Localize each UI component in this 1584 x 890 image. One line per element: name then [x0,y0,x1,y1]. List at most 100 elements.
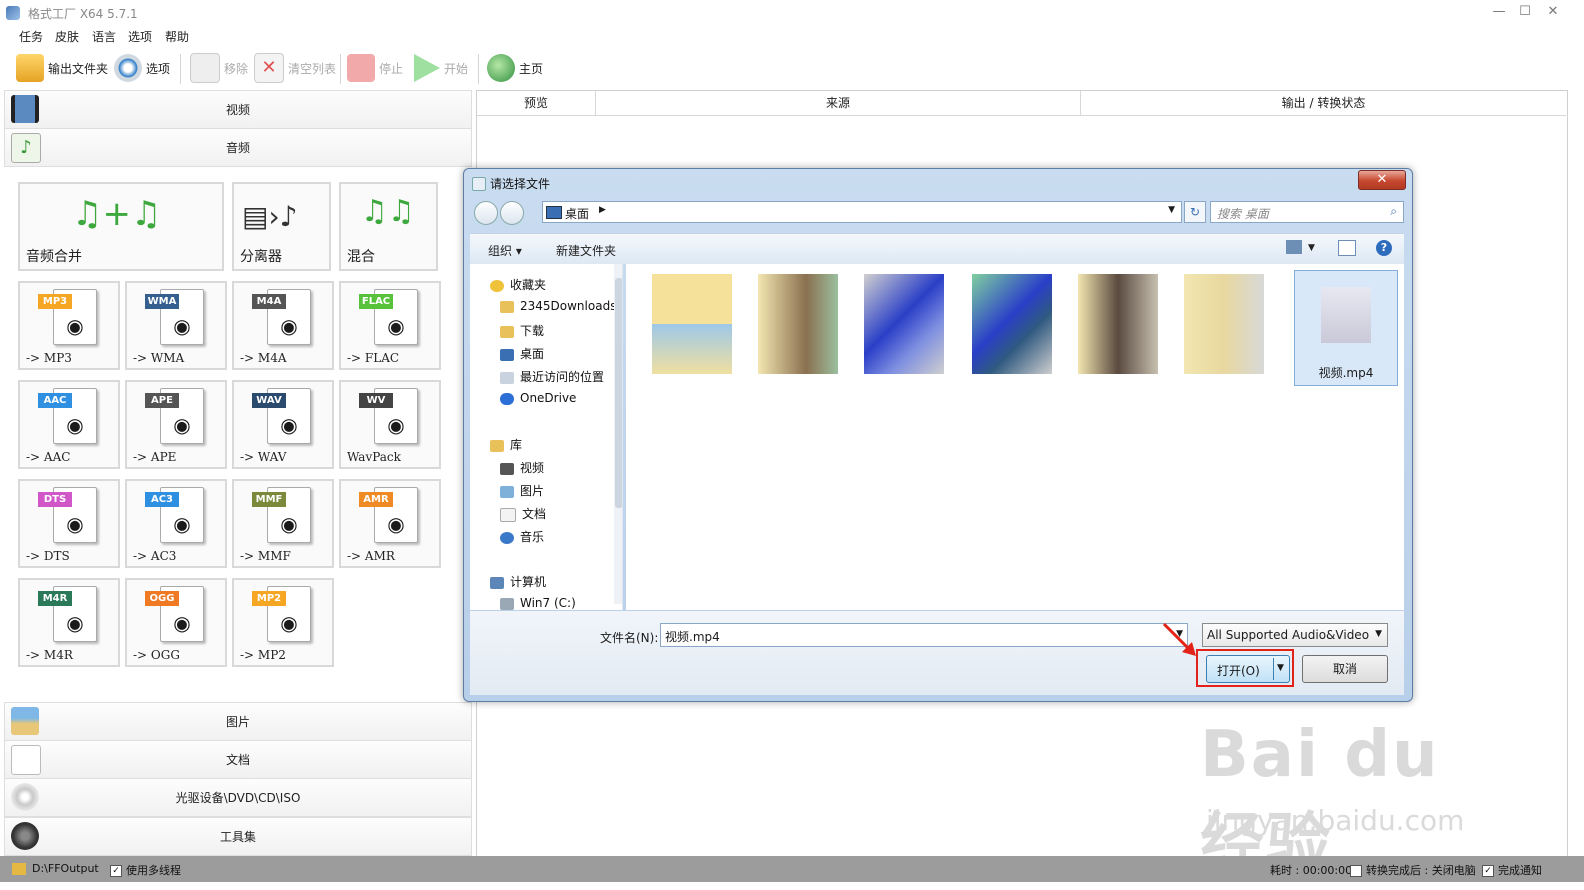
format-tile-amr[interactable]: AMR ◉ -> AMR [339,479,441,568]
cloud-icon [500,392,514,405]
menu-language[interactable]: 语言 [92,28,116,45]
format-tile-aac[interactable]: AAC ◉ -> AAC [18,380,120,469]
filename-input[interactable]: 视频.mp4 ▼ [660,623,1188,647]
format-tile-m4a[interactable]: M4A ◉ -> M4A [232,281,334,370]
remove-button[interactable]: 移除 [190,52,248,84]
format-tile-m4r[interactable]: M4R ◉ -> M4R [18,578,120,667]
nav-desktop[interactable]: 桌面 [500,345,544,362]
stop-icon [347,54,375,82]
clear-list-button[interactable]: ✕ 清空列表 [254,52,336,84]
category-optical[interactable]: 光驱设备\DVD\CD\ISO [4,778,472,817]
output-path[interactable]: D:\FFOutput [32,862,99,875]
category-video[interactable]: 视频 [4,90,472,129]
column-output-status[interactable]: 输出 / 转换状态 [1081,91,1566,116]
menu-help[interactable]: 帮助 [165,28,189,45]
file-item[interactable] [858,270,948,380]
nav-lib-music[interactable]: 音乐 [500,528,544,545]
title-bar: 格式工厂 X64 5.7.1 — ☐ ✕ [0,0,1584,26]
chevron-down-icon[interactable]: ▼ [1308,243,1315,253]
format-tile-wma[interactable]: WMA ◉ -> WMA [125,281,227,370]
format-tile-mp2[interactable]: MP2 ◉ -> MP2 [232,578,334,667]
selected-file-item[interactable]: 视频.mp4 [1294,270,1398,386]
nav-favorites[interactable]: 收藏夹 [490,276,546,293]
organize-button[interactable]: 组织 ▾ [488,242,522,259]
nav-downloads[interactable]: 下载 [500,322,544,339]
format-tile-label: -> MP2 [240,648,286,662]
column-preview[interactable]: 预览 [477,91,596,116]
back-button[interactable] [474,201,498,225]
minimize-button[interactable]: — [1490,4,1508,20]
splitter-tile[interactable]: ▤›♪ 分离器 [232,182,331,271]
file-thumbnail-blurred [1078,274,1158,374]
nav-library[interactable]: 库 [490,436,522,453]
category-document[interactable]: 文档 [4,740,472,779]
maximize-button[interactable]: ☐ [1516,4,1534,20]
nav-item-label: 音乐 [520,530,545,544]
nav-lib-documents[interactable]: 文档 [500,505,546,522]
file-type-select[interactable]: All Supported Audio&Video ▼ [1202,623,1388,647]
forward-button[interactable] [500,201,524,225]
nav-onedrive[interactable]: OneDrive [500,391,576,405]
scrollbar-thumb[interactable] [615,278,622,508]
audio-format-icon: ◉ [387,512,405,536]
nav-computer[interactable]: 计算机 [490,573,546,590]
output-folder-button[interactable]: 输出文件夹 [16,52,108,84]
format-tile-flac[interactable]: FLAC ◉ -> FLAC [339,281,441,370]
format-tile-mmf[interactable]: MMF ◉ -> MMF [232,479,334,568]
file-item[interactable] [966,270,1056,380]
format-tile-wv[interactable]: WV ◉ WavPack [339,380,441,469]
audio-format-icon: ◉ [387,413,405,437]
format-tile-wav[interactable]: WAV ◉ -> WAV [232,380,334,469]
multithread-toggle[interactable]: ✓ 使用多线程 [110,862,181,878]
menu-skin[interactable]: 皮肤 [55,28,79,45]
menu-task[interactable]: 任务 [19,28,43,45]
category-tools[interactable]: 工具集 [4,817,472,856]
preview-pane-icon[interactable] [1338,240,1356,256]
cancel-button[interactable]: 取消 [1302,655,1388,683]
stop-button[interactable]: 停止 [347,52,403,84]
home-button[interactable]: 主页 [487,52,543,84]
audio-format-icon: ◉ [173,413,191,437]
nav-recent[interactable]: 最近访问的位置 [500,368,604,385]
file-item[interactable] [752,270,842,380]
chevron-right-icon[interactable]: ▶ [599,205,606,215]
nav-drive-c[interactable]: Win7 (C:) [500,596,576,610]
view-mode-icon[interactable] [1286,240,1302,254]
mix-tile[interactable]: ♫♫ 混合 [339,182,438,271]
notify-toggle[interactable]: ✓ 完成通知 [1482,862,1542,878]
start-button[interactable]: 开始 [414,52,468,84]
category-image[interactable]: 图片 [4,702,472,741]
address-bar[interactable]: 桌面 ▶ ▼ [542,201,1182,223]
refresh-button[interactable]: ↻ [1184,201,1206,223]
format-tile-label: -> M4R [26,648,73,662]
chevron-down-icon[interactable]: ▼ [1168,205,1175,215]
format-badge: WAV [252,393,286,408]
shutdown-toggle[interactable]: 转换完成后 : 关闭电脑 [1350,862,1476,878]
nav-2345downloads[interactable]: 2345Downloads [500,299,616,313]
search-input[interactable]: 搜索 桌面 ⌕ [1210,201,1404,223]
file-item[interactable] [1178,270,1268,380]
options-button[interactable]: 选项 [114,52,170,84]
format-tile-ape[interactable]: APE ◉ -> APE [125,380,227,469]
dialog-close-button[interactable]: ✕ [1358,170,1406,190]
new-folder-button[interactable]: 新建文件夹 [556,242,616,259]
close-window-button[interactable]: ✕ [1544,4,1562,20]
format-badge: AMR [359,492,393,507]
file-item[interactable] [1072,270,1162,380]
format-tile-mp3[interactable]: MP3 ◉ -> MP3 [18,281,120,370]
toolbar: 输出文件夹 选项 移除 ✕ 清空列表 停止 开始 主页 [0,46,1584,90]
format-tile-ac3[interactable]: AC3 ◉ -> AC3 [125,479,227,568]
category-audio[interactable]: ♪ 音频 [4,128,472,167]
menu-options[interactable]: 选项 [128,28,152,45]
nav-lib-video[interactable]: 视频 [500,459,544,476]
column-source[interactable]: 来源 [596,91,1081,116]
picture-icon [11,707,39,735]
audio-merge-tile[interactable]: ♫+♫ 音频合并 [18,182,224,271]
format-tile-dts[interactable]: DTS ◉ -> DTS [18,479,120,568]
format-tile-ogg[interactable]: OGG ◉ -> OGG [125,578,227,667]
format-badge: M4A [252,294,286,309]
file-item[interactable] [646,270,736,380]
help-icon[interactable]: ? [1376,240,1392,256]
nav-lib-pictures[interactable]: 图片 [500,482,544,499]
nav-scrollbar[interactable] [614,264,622,604]
